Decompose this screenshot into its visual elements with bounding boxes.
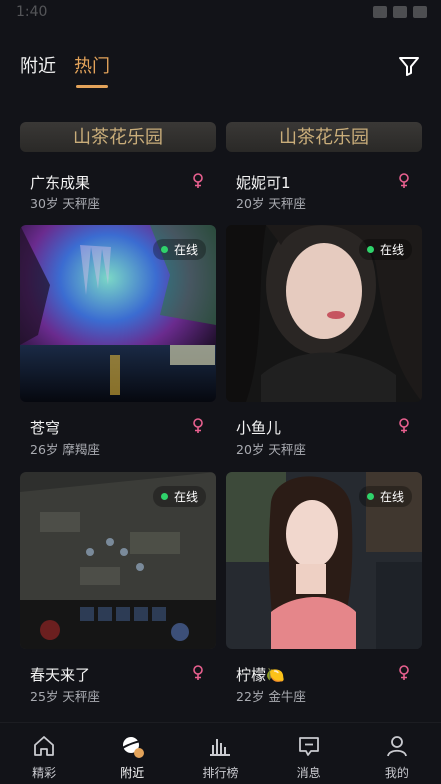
svg-text:山茶花乐园: 山茶花乐园	[279, 127, 369, 148]
user-age-sign: 30岁 天秤座	[30, 196, 100, 211]
user-icon	[386, 736, 407, 757]
user-name: 春天来了	[30, 666, 91, 684]
nav-label: 消息	[296, 766, 321, 780]
user-card[interactable]: 在线 小鱼儿 20岁 天秤座	[226, 225, 422, 465]
user-card[interactable]: 在线 苍穹 26岁 摩羯座	[20, 225, 216, 465]
banner-logo: 山茶花乐园	[279, 127, 369, 148]
user-name: 妮妮可1	[236, 174, 291, 192]
user-card[interactable]: 山茶花乐园 广东成果 30岁 天秤座	[20, 122, 216, 212]
online-dot	[160, 493, 168, 500]
svg-text:山茶花乐园: 山茶花乐园	[73, 127, 163, 148]
user-age-sign: 20岁 天秤座	[236, 196, 306, 211]
online-badge: 在线	[358, 486, 412, 507]
nav-label: 排行榜	[202, 766, 239, 780]
female-icon	[193, 173, 203, 188]
nav-item-nearby[interactable]: 附近	[92, 723, 172, 784]
user-photo: 在线	[226, 472, 422, 649]
user-photo: 山茶花乐园	[20, 122, 216, 152]
female-icon	[399, 173, 409, 188]
planet-icon	[120, 737, 145, 758]
online-badge: 在线	[152, 239, 206, 260]
user-name: 柠檬🍋	[236, 666, 285, 684]
banner-logo: 山茶花乐园	[73, 127, 163, 148]
user-name: 小鱼儿	[236, 419, 282, 437]
nav-label: 我的	[384, 766, 409, 780]
online-badge: 在线	[358, 239, 412, 260]
user-photo: 在线	[226, 225, 422, 402]
user-name: 苍穹	[30, 419, 61, 437]
bar-chart-icon	[210, 739, 231, 756]
user-card[interactable]: 山茶花乐园 妮妮可1 20岁 天秤座	[226, 122, 422, 212]
user-card[interactable]: 在线 柠檬🍋 22岁 金牛座	[226, 472, 422, 712]
online-dot	[160, 246, 168, 253]
user-age-sign: 25岁 天秤座	[30, 689, 100, 704]
female-icon	[193, 418, 203, 433]
home-icon	[34, 736, 54, 756]
nav-item-messages[interactable]: 消息	[269, 723, 349, 784]
nav-item-me[interactable]: 我的	[357, 723, 437, 784]
nav-item-ranking[interactable]: 排行榜	[180, 723, 260, 784]
user-age-sign: 20岁 天秤座	[236, 442, 306, 457]
user-photo: 山茶花乐园	[226, 122, 422, 152]
female-icon	[399, 418, 409, 433]
user-photo: 在线	[20, 472, 216, 649]
bottom-nav: 精彩 附近 排行榜 消息 我的	[0, 722, 441, 784]
online-badge: 在线	[152, 486, 206, 507]
user-age-sign: 26岁 摩羯座	[30, 442, 100, 457]
nav-item-featured[interactable]: 精彩	[4, 723, 84, 784]
user-name: 广东成果	[30, 174, 91, 192]
online-dot	[366, 493, 374, 500]
female-icon	[193, 665, 203, 680]
user-grid: 山茶花乐园 广东成果 30岁 天秤座 山茶花乐园 妮妮可1 20岁 天秤座 在线…	[20, 0, 422, 784]
nav-label: 附近	[120, 766, 145, 780]
user-age-sign: 22岁 金牛座	[236, 689, 306, 704]
user-photo: 在线	[20, 225, 216, 402]
online-dot	[366, 246, 374, 253]
message-icon	[298, 737, 319, 756]
nav-label: 精彩	[32, 766, 57, 780]
user-card[interactable]: 在线 春天来了 25岁 天秤座	[20, 472, 216, 712]
female-icon	[399, 665, 409, 680]
